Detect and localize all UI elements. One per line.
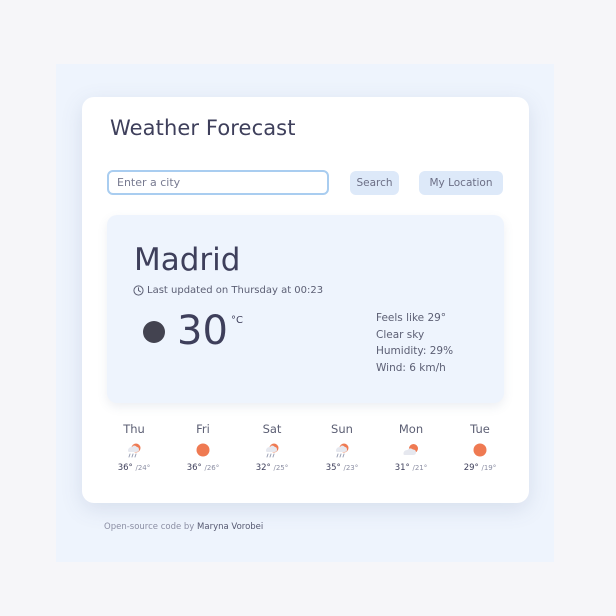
weather-details: Feels like 29° Clear sky Humidity: 29% W… [376, 310, 453, 376]
forecast-day: Tue 29° /19° [450, 421, 510, 473]
search-button[interactable]: Search [350, 171, 399, 195]
forecast-min: /23° [343, 464, 359, 472]
forecast-day-name: Thu [123, 422, 145, 436]
forecast-row: Thu 36° /24° Fri 36° /26° Sat 32° /25° S… [104, 421, 520, 481]
last-updated-text: Last updated on Thursday at 00:23 [147, 285, 324, 296]
forecast-temps: 32° /25° [242, 463, 302, 473]
forecast-temps: 36° /26° [173, 463, 233, 473]
forecast-min: /25° [273, 464, 289, 472]
source-code-link[interactable]: Open-source code [104, 522, 181, 532]
forecast-day-name: Sat [262, 422, 282, 436]
forecast-day-name: Mon [398, 422, 424, 436]
forecast-min: /21° [412, 464, 428, 472]
forecast-max: 36° [117, 463, 133, 473]
forecast-day: Fri 36° /26° [173, 421, 233, 473]
forecast-max: 35° [325, 463, 341, 473]
forecast-day: Sun 35° /23° [312, 421, 372, 473]
forecast-temps: 29° /19° [450, 463, 510, 473]
dark-dot-icon [143, 321, 165, 343]
temperature-unit: °C [231, 315, 243, 326]
rain-sun-icon [128, 443, 141, 458]
forecast-day-name: Tue [470, 422, 490, 436]
app-title: Weather Forecast [110, 116, 296, 140]
forecast-temps: 36° /24° [104, 463, 164, 473]
rain-sun-icon [266, 443, 279, 458]
forecast-max: 29° [463, 463, 479, 473]
footer-author: Maryna Vorobei [197, 522, 264, 532]
forecast-day: Sat 32° /25° [242, 421, 302, 473]
sun-icon [473, 443, 487, 457]
forecast-day-name: Fri [196, 422, 210, 436]
city-name: Madrid [134, 242, 241, 278]
forecast-temps: 31° /21° [381, 463, 441, 473]
forecast-day-name: Sun [331, 422, 353, 436]
last-updated: Last updated on Thursday at 00:23 [133, 285, 323, 296]
humidity: Humidity: 29% [376, 345, 454, 357]
forecast-min: /26° [204, 464, 220, 472]
my-location-button[interactable]: My Location [419, 171, 503, 195]
feels-like: Feels like 29° [376, 312, 447, 324]
rain-sun-icon [336, 443, 349, 458]
current-temperature: 30 [177, 308, 228, 354]
forecast-temps: 35° /23° [312, 463, 372, 473]
cloud-sun-icon [403, 444, 418, 455]
city-search-input[interactable] [107, 170, 329, 195]
current-weather-panel: Madrid Last updated on Thursday at 00:23… [107, 215, 504, 403]
forecast-day: Thu 36° /24° [104, 421, 164, 473]
weather-card: Weather Forecast Search My Location Madr… [82, 97, 529, 503]
footer: Open-source code by Maryna Vorobei [104, 522, 263, 532]
forecast-min: /24° [135, 464, 151, 472]
forecast-max: 32° [255, 463, 271, 473]
forecast-max: 36° [186, 463, 202, 473]
clock-icon [133, 285, 144, 296]
forecast-max: 31° [394, 463, 410, 473]
forecast-min: /19° [481, 464, 497, 472]
footer-by: by [183, 522, 195, 532]
sun-icon [196, 443, 210, 457]
forecast-day: Mon 31° /21° [381, 421, 441, 473]
wind: Wind: 6 km/h [376, 361, 446, 374]
weather-description: Clear sky [376, 328, 425, 341]
